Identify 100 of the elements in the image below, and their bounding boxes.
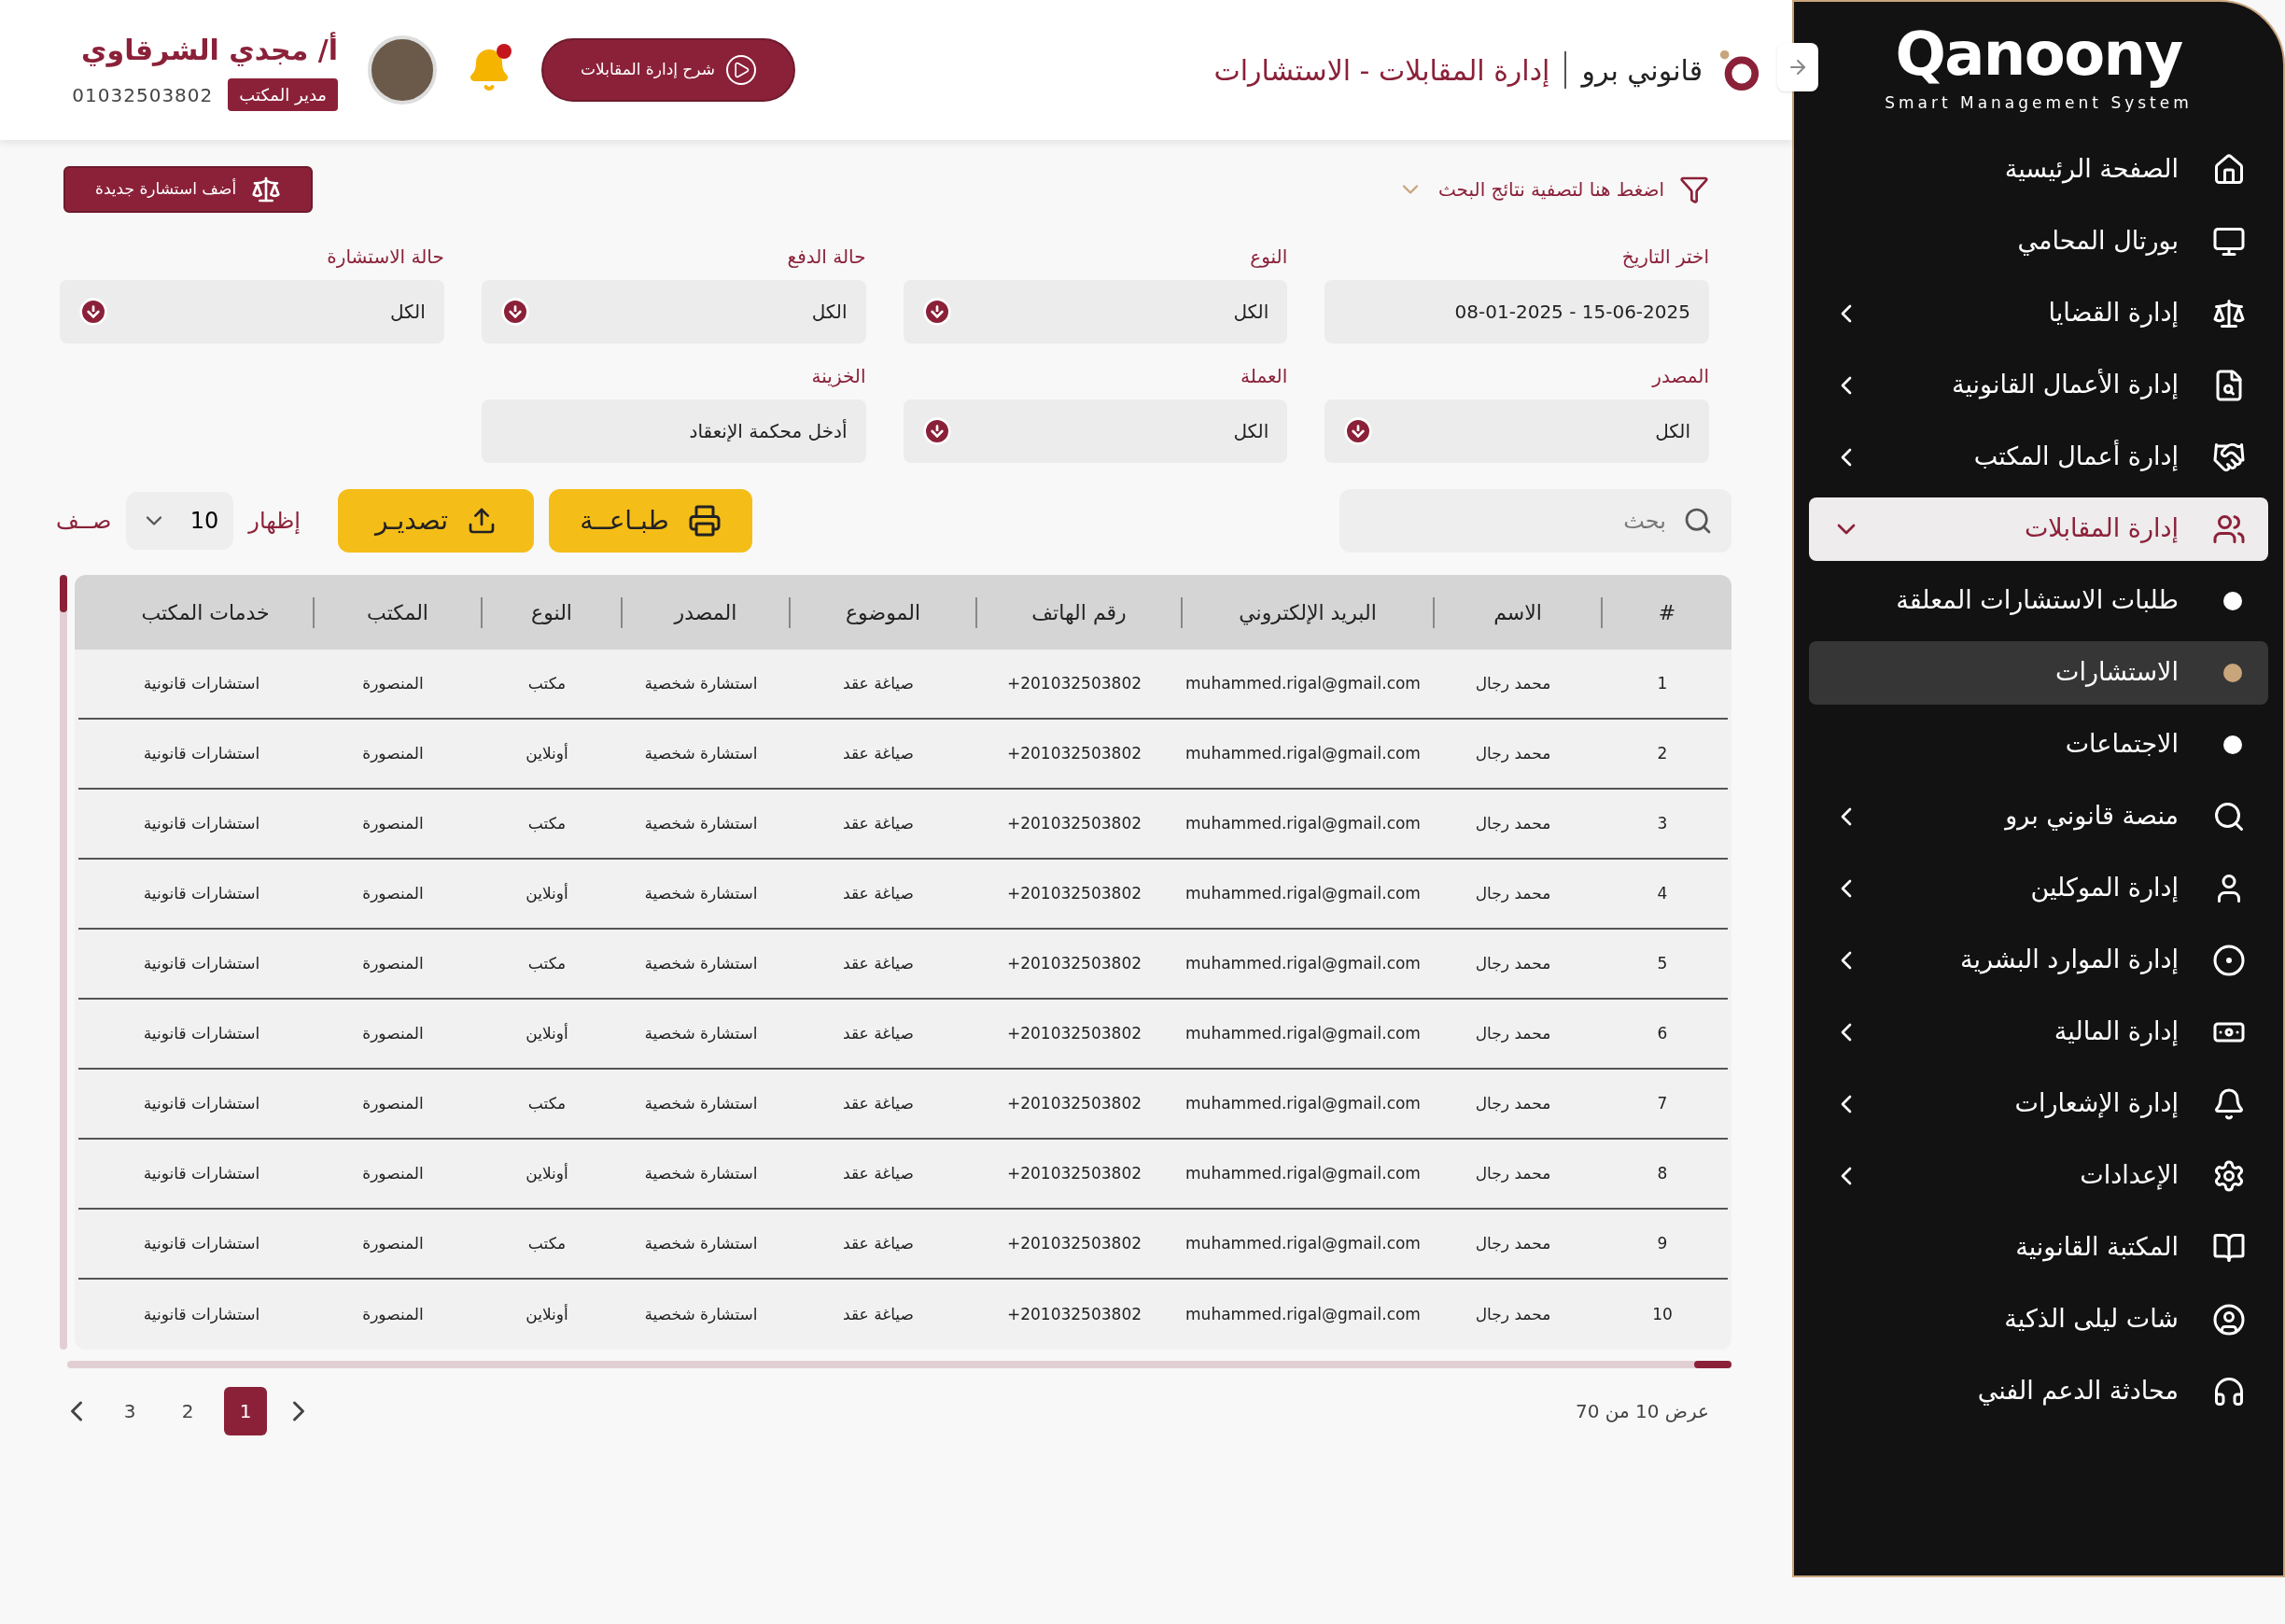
brand-name: قانوني برو: [1581, 52, 1703, 90]
field-label: النوع: [1249, 245, 1288, 269]
page-button[interactable]: 2: [166, 1387, 209, 1435]
sidebar-item[interactable]: محادثة الدعم الفني: [1809, 1359, 2268, 1423]
table-cell-text: المنصورة: [362, 882, 424, 904]
table-cell-text: صياغة عقد: [843, 742, 914, 764]
select-field[interactable]: الكل: [60, 280, 444, 343]
table-cell-text: محمد رجال: [1475, 882, 1551, 904]
table-cell-text: استشارات قانونية: [143, 672, 260, 694]
table-cell-text: محمد رجال: [1475, 1092, 1551, 1114]
page-size-select[interactable]: 10: [126, 492, 234, 550]
table-cell-text: استشارات قانونية: [143, 1162, 260, 1184]
table-cell-text: استشارة شخصية: [644, 952, 758, 974]
bell-icon: [2212, 1086, 2246, 1121]
sidebar-item[interactable]: إدارة المالية: [1809, 1000, 2268, 1064]
table-cell-text: استشارة شخصية: [644, 1303, 758, 1325]
sidebar-item[interactable]: بورتال المحامي: [1809, 209, 2268, 273]
table-cell-text: المنصورة: [362, 742, 424, 764]
column-header: المصدر: [674, 599, 737, 626]
table-cell-text: +201032503802: [1007, 672, 1142, 694]
sidebar-item[interactable]: إدارة الإشعارات: [1809, 1071, 2268, 1136]
sidebar-item[interactable]: المكتبة القانونية: [1809, 1215, 2268, 1280]
sidebar-item[interactable]: إدارة الأعمال القانونية: [1809, 353, 2268, 417]
page-button[interactable]: 1: [224, 1387, 267, 1435]
pagination-summary: عرض 10 من 70: [1575, 1399, 1709, 1424]
table-cell-text: صياغة عقد: [843, 882, 914, 904]
sidebar-item[interactable]: إدارة أعمال المكتب: [1809, 425, 2268, 489]
table-cell-text: محمد رجال: [1475, 1162, 1551, 1184]
sidebar-subitem[interactable]: الاستشارات: [1809, 640, 2268, 705]
user-circle-icon: [2212, 1302, 2246, 1337]
sidebar-item[interactable]: منصة قانوني برو: [1809, 784, 2268, 848]
sidebar-item[interactable]: إدارة الموارد البشرية: [1809, 928, 2268, 992]
table-cell-text: +201032503802: [1007, 882, 1142, 904]
date-field[interactable]: 08-01-2025 - 15-06-2025: [1325, 280, 1709, 343]
sidebar-subitem[interactable]: طلبات الاستشارات المعلقة: [1809, 568, 2268, 633]
table-cell-text: مكتب: [527, 1232, 567, 1254]
table-cell-text: 8: [1657, 1162, 1668, 1184]
field-label: المصدر: [1650, 364, 1709, 388]
role-badge: مدير المكتب: [228, 78, 338, 111]
collapse-sidebar-button[interactable]: [1777, 43, 1818, 91]
sidebar-subitem[interactable]: الاجتماعات: [1809, 712, 2268, 777]
table-cell-text: استشارات قانونية: [143, 952, 260, 974]
export-button[interactable]: تصديـر: [338, 489, 535, 553]
user-name: أ/ مجدي الشرقاوي: [81, 31, 338, 69]
circle-icon: [2212, 943, 2246, 977]
table-cell-text: muhammed.rigal@gmail.com: [1185, 882, 1421, 904]
column-header: الاسم: [1493, 599, 1542, 627]
table-cell-text: محمد رجال: [1475, 812, 1551, 834]
sidebar-item[interactable]: إدارة الموكلين: [1809, 856, 2268, 920]
table-cell-text: محمد رجال: [1475, 1232, 1551, 1254]
search-icon: [1683, 506, 1713, 536]
scale-icon: [251, 175, 282, 204]
table-cell-text: استشارة شخصية: [644, 882, 758, 904]
table-cell-text: muhammed.rigal@gmail.com: [1185, 1162, 1421, 1184]
rows-label: صــف: [56, 507, 112, 536]
select-field[interactable]: الكل: [1325, 399, 1709, 463]
column-header: خدمات المكتب: [141, 599, 270, 626]
table-cell-text: muhammed.rigal@gmail.com: [1185, 1092, 1421, 1114]
add-consultation-button[interactable]: أضف استشارة جديدة: [63, 166, 314, 213]
table-cell-text: محمد رجال: [1475, 742, 1551, 764]
select-field[interactable]: الكل: [481, 280, 866, 343]
table-cell-text: استشارات قانونية: [143, 882, 260, 904]
table-cell-text: +201032503802: [1007, 1303, 1142, 1325]
vertical-scrollbar-thumb[interactable]: [60, 575, 67, 612]
horizontal-scrollbar-thumb[interactable]: [1694, 1361, 1731, 1368]
settings-icon: [2212, 1158, 2246, 1193]
field-label: العملة: [1240, 364, 1288, 388]
table-cell-text: صياغة عقد: [843, 1022, 914, 1044]
sidebar-item[interactable]: إدارة المقابلات: [1809, 497, 2268, 561]
sidebar-item[interactable]: الصفحة الرئيسية: [1809, 137, 2268, 202]
table-cell-text: +201032503802: [1007, 952, 1142, 974]
input-field[interactable]: أدخل محكمة الإنعقاد: [481, 399, 866, 463]
table-cell-text: 10: [1652, 1303, 1673, 1325]
sidebar-item[interactable]: إدارة القضايا: [1809, 281, 2268, 345]
table-cell-text: muhammed.rigal@gmail.com: [1185, 952, 1421, 974]
field-label: الخزينة: [810, 364, 866, 388]
guide-button[interactable]: شرح إدارة المقابلات: [541, 38, 795, 102]
table-cell-text: محمد رجال: [1475, 952, 1551, 974]
table-cell-text: صياغة عقد: [843, 1162, 914, 1184]
select-field[interactable]: الكل: [903, 280, 1288, 343]
table-cell-text: استشارات قانونية: [143, 1092, 260, 1114]
table-cell-text: مكتب: [527, 1092, 567, 1114]
table-cell-text: محمد رجال: [1475, 1303, 1551, 1325]
search-field[interactable]: بحث: [1339, 489, 1731, 553]
sidebar-item[interactable]: شات ليلى الذكية: [1809, 1287, 2268, 1351]
table-cell-text: +201032503802: [1007, 1162, 1142, 1184]
table-cell-text: 5: [1657, 952, 1668, 974]
print-button[interactable]: طبـاعــة: [549, 489, 753, 553]
home-icon: [2212, 152, 2246, 187]
table-cell-text: 6: [1657, 1022, 1668, 1044]
page-button[interactable]: 3: [108, 1387, 151, 1435]
table-cell-text: +201032503802: [1007, 742, 1142, 764]
select-field[interactable]: الكل: [903, 399, 1288, 463]
field-label: حالة الدفع: [786, 245, 866, 269]
page-title: إدارة المقابلات - الاستشارات: [1213, 52, 1550, 89]
sidebar-item[interactable]: الإعدادات: [1809, 1143, 2268, 1208]
table-cell-text: 1: [1657, 672, 1668, 694]
column-header: المكتب: [367, 599, 428, 626]
filter-toggle[interactable]: اضغط هنا لتصفية نتائج البحث: [1396, 175, 1709, 204]
column-header: البريد الإلكتروني: [1239, 599, 1377, 627]
